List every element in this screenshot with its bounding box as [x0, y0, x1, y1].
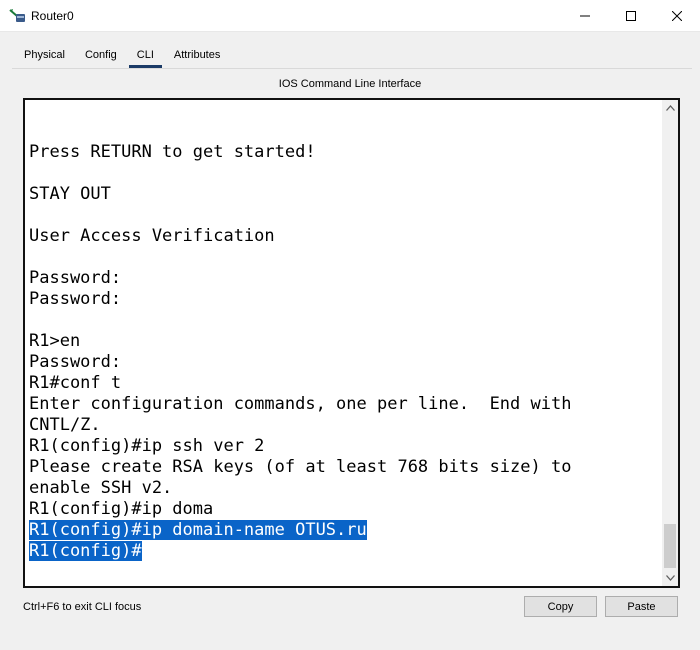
- terminal-line-text: R1(config)#ip doma: [29, 499, 214, 519]
- terminal-line-text: R1(config)#ip ssh ver 2: [29, 436, 265, 456]
- terminal-line-text: R1#conf t: [29, 373, 122, 393]
- terminal-line-text: STAY OUT: [29, 184, 111, 204]
- terminal-line: enable SSH v2.: [29, 478, 659, 499]
- terminal-line-text: R1(config)#: [29, 541, 142, 561]
- terminal-line-text: R1>en: [29, 331, 81, 351]
- terminal-line-text: Press RETURN to get started!: [29, 142, 316, 162]
- tab-label: Attributes: [173, 49, 221, 61]
- scroll-up-button[interactable]: [662, 100, 678, 116]
- tab-config[interactable]: Config: [75, 42, 127, 68]
- terminal-line: User Access Verification: [29, 226, 659, 247]
- cli-terminal[interactable]: Press RETURN to get started! STAY OUT User…: [23, 98, 680, 588]
- title-bar: Router0: [0, 0, 700, 31]
- tab-label: Physical: [24, 49, 65, 61]
- paste-button[interactable]: Paste: [605, 596, 678, 617]
- terminal-line: CNTL/Z.: [29, 415, 659, 436]
- terminal-line-text: Please create RSA keys (of at least 768 …: [29, 457, 572, 477]
- terminal-line-text: Password:: [29, 268, 122, 288]
- terminal-line-text: R1(config)#ip domain-name OTUS.ru: [29, 520, 367, 540]
- window-title: Router0: [31, 9, 74, 23]
- tab-physical[interactable]: Physical: [14, 42, 75, 68]
- maximize-icon: [626, 10, 636, 21]
- tab-divider: [12, 68, 692, 69]
- terminal-line: R1(config)#ip ssh ver 2: [29, 436, 659, 457]
- minimize-icon: [580, 15, 590, 16]
- terminal-line-text: User Access Verification: [29, 226, 275, 246]
- terminal-line: Enter configuration commands, one per li…: [29, 394, 659, 415]
- terminal-line: STAY OUT: [29, 184, 659, 205]
- vertical-scrollbar[interactable]: [662, 100, 678, 586]
- terminal-line: Password:: [29, 289, 659, 310]
- maximize-button[interactable]: [608, 0, 654, 31]
- tab-cli[interactable]: CLI: [127, 42, 164, 68]
- tab-label: Config: [84, 49, 117, 61]
- terminal-line-text: Password:: [29, 352, 122, 372]
- tab-attributes[interactable]: Attributes: [164, 42, 230, 68]
- terminal-line: Please create RSA keys (of at least 768 …: [29, 457, 659, 478]
- terminal-line-text: CNTL/Z.: [29, 415, 101, 435]
- scroll-thumb[interactable]: [664, 524, 676, 568]
- terminal-line: R1>en: [29, 331, 659, 352]
- terminal-line: R1(config)#ip doma: [29, 499, 659, 520]
- terminal-line-text: enable SSH v2.: [29, 478, 173, 498]
- terminal-line: Password:: [29, 352, 659, 373]
- copy-button[interactable]: Copy: [524, 596, 597, 617]
- scroll-down-button[interactable]: [662, 570, 678, 586]
- chevron-down-icon: [665, 575, 675, 581]
- terminal-line-selected: R1(config)#ip domain-name OTUS.ru: [29, 520, 659, 541]
- terminal-line-text: Password:: [29, 289, 122, 309]
- cli-focus-hint: Ctrl+F6 to exit CLI focus: [23, 601, 142, 613]
- terminal-line: Password:: [29, 268, 659, 289]
- minimize-button[interactable]: [562, 0, 608, 31]
- chevron-up-icon: [665, 105, 675, 111]
- tab-bar: Physical Config CLI Attributes: [14, 42, 230, 68]
- tab-label: CLI: [136, 49, 154, 61]
- router-icon: [8, 7, 26, 23]
- terminal-line-text: Enter configuration commands, one per li…: [29, 394, 572, 414]
- close-icon: [672, 10, 682, 21]
- cli-header: IOS Command Line Interface: [278, 78, 422, 90]
- terminal-line-selected: R1(config)#: [29, 541, 659, 562]
- terminal-output[interactable]: Press RETURN to get started! STAY OUT User…: [29, 100, 659, 562]
- close-button[interactable]: [654, 0, 700, 31]
- window-body: Physical Config CLI Attributes IOS Comma…: [0, 31, 700, 650]
- terminal-line: R1#conf t: [29, 373, 659, 394]
- terminal-line: Press RETURN to get started!: [29, 142, 659, 163]
